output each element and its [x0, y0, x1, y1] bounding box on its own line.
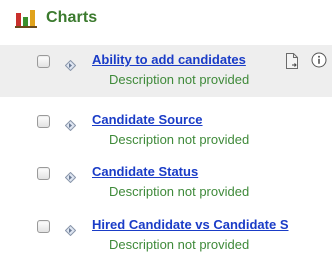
document-icon[interactable] — [285, 53, 299, 69]
select-checkbox[interactable] — [37, 167, 50, 180]
select-checkbox[interactable] — [37, 220, 50, 233]
expand-icon[interactable] — [64, 118, 77, 132]
item-description: Description not provided — [109, 132, 250, 147]
list-item[interactable]: Hired Candidate vs Candidate S Descripti… — [0, 210, 332, 253]
chart-link[interactable]: Candidate Status — [92, 164, 198, 179]
section-title: Charts — [46, 9, 98, 26]
chart-link[interactable]: Ability to add candidates — [92, 52, 246, 67]
chart-link[interactable]: Candidate Source — [92, 112, 203, 127]
expand-icon[interactable] — [64, 223, 77, 237]
list-item[interactable]: Candidate Source Description not provide… — [0, 105, 332, 157]
expand-icon[interactable] — [64, 170, 77, 184]
charts-panel: Charts Ability to add candidates Descrip… — [0, 0, 332, 253]
item-description: Description not provided — [109, 72, 250, 87]
chart-link[interactable]: Hired Candidate vs Candidate S — [92, 217, 289, 232]
bar-chart-icon — [15, 10, 37, 28]
info-icon[interactable] — [311, 52, 327, 68]
select-checkbox[interactable] — [37, 115, 50, 128]
item-description: Description not provided — [109, 237, 250, 252]
section-header: Charts — [0, 0, 332, 38]
item-description: Description not provided — [109, 184, 250, 199]
list-item[interactable]: Ability to add candidates Description no… — [0, 45, 332, 97]
list-item[interactable]: Candidate Status Description not provide… — [0, 157, 332, 209]
select-checkbox[interactable] — [37, 55, 50, 68]
expand-icon[interactable] — [64, 58, 77, 72]
